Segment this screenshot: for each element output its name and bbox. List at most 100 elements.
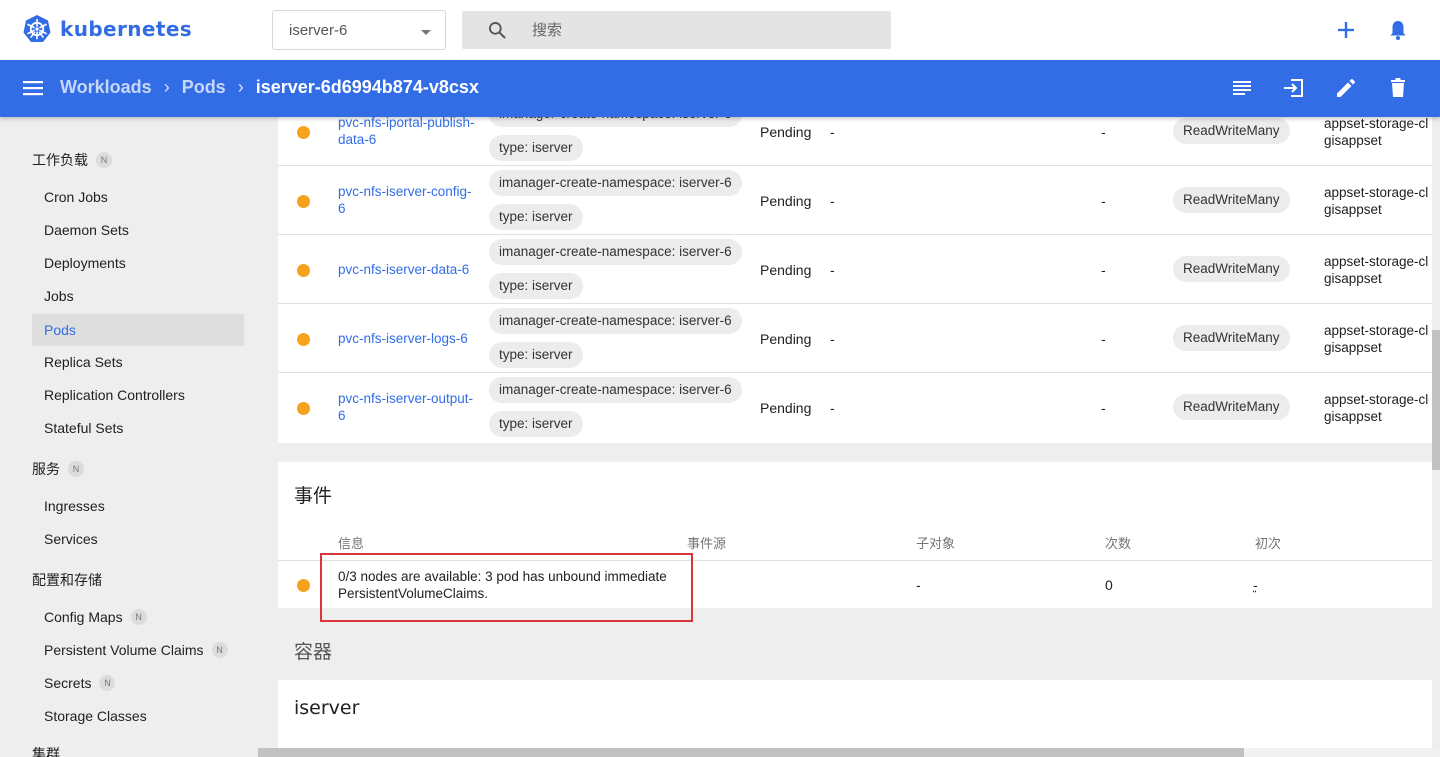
sidebar-section-label: 配置和存储 xyxy=(32,573,102,589)
pvc-status: Pending xyxy=(760,331,812,347)
container-card: iserver xyxy=(278,680,1432,757)
namespace-select[interactable]: iserver-6 xyxy=(272,10,446,50)
status-pending-icon xyxy=(297,195,310,208)
sidebar-item-replication-controllers[interactable]: Replication Controllers xyxy=(32,379,244,411)
sidebar-section-label: 服务 xyxy=(32,462,60,478)
vertical-scrollbar-thumb[interactable] xyxy=(1432,330,1440,470)
plus-icon[interactable] xyxy=(1334,18,1358,42)
pvc-name-line1: pvc-nfs-iserver-data-6 xyxy=(338,262,470,277)
pvc-storage-class: appset-storage-cl gisappset xyxy=(1324,322,1432,356)
column-header-first-seen: 初次 xyxy=(1255,537,1282,552)
status-pending-icon xyxy=(297,264,310,277)
sidebar-section-label: 工作负载 xyxy=(32,153,88,169)
pvc-name-link[interactable]: pvc-nfs-iportal-publish-data-6 xyxy=(338,114,475,148)
storage-class-line2: gisappset xyxy=(1324,340,1382,355)
logs-icon[interactable] xyxy=(1230,76,1254,100)
sidebar-item-replica-sets[interactable]: Replica Sets xyxy=(32,346,244,378)
pvc-name-line1: pvc-nfs-iserver-logs-6 xyxy=(338,331,468,346)
pvc-status: Pending xyxy=(760,193,812,209)
exec-icon[interactable] xyxy=(1282,76,1306,100)
pvc-capacity: - xyxy=(1101,193,1106,209)
pvc-volume: - xyxy=(830,193,835,209)
menu-icon[interactable] xyxy=(22,77,44,99)
breadcrumb-pods[interactable]: Pods xyxy=(182,77,226,98)
pvc-name-line2: 6 xyxy=(338,201,346,216)
sidebar-item-ingresses[interactable]: Ingresses xyxy=(32,490,244,522)
label-chip: imanager-create-namespace: iserver-6 xyxy=(489,239,742,265)
status-pending-icon xyxy=(297,333,310,346)
bell-icon[interactable] xyxy=(1386,18,1410,42)
sidebar-section-config[interactable]: 配置和存储 xyxy=(32,570,102,590)
sidebar-item-deployments[interactable]: Deployments xyxy=(32,247,244,279)
pvc-name-line2: 6 xyxy=(338,408,346,423)
storage-class-line2: gisappset xyxy=(1324,409,1382,424)
pvc-volume: - xyxy=(830,124,835,140)
pvc-name-link[interactable]: pvc-nfs-iserver-output- 6 xyxy=(338,390,473,424)
breadcrumb-workloads[interactable]: Workloads xyxy=(60,77,152,98)
access-mode-chip: ReadWriteMany xyxy=(1173,187,1290,213)
sidebar-item-secrets[interactable]: Secrets N xyxy=(32,667,244,699)
column-header-message: 信息 xyxy=(338,537,365,552)
pvc-status: Pending xyxy=(760,124,812,140)
pvc-name-line2: data-6 xyxy=(338,132,377,147)
kubernetes-wheel-icon xyxy=(23,15,51,42)
storage-class-line1: appset-storage-cl xyxy=(1324,323,1429,338)
highlight-annotation-box xyxy=(320,553,693,622)
storage-class-line2: gisappset xyxy=(1324,202,1382,217)
horizontal-scrollbar-thumb[interactable] xyxy=(258,748,1244,757)
page-header: Workloads › Pods › iserver-6d6994b874-v8… xyxy=(0,60,1440,117)
pvc-volume: - xyxy=(830,400,835,416)
event-first-seen[interactable]: - xyxy=(1253,577,1258,593)
pvc-name-link[interactable]: pvc-nfs-iserver-config- 6 xyxy=(338,183,472,217)
event-sub-object: - xyxy=(916,577,921,593)
access-mode-chip: ReadWriteMany xyxy=(1173,118,1290,144)
label-chip: imanager-create-namespace: iserver-6 xyxy=(489,377,742,403)
label-chip: imanager-create-namespace: iserver-6 xyxy=(489,170,742,196)
sidebar-section-cluster[interactable]: 集群 xyxy=(32,744,60,757)
pencil-icon[interactable] xyxy=(1334,76,1358,100)
label-chip: type: iserver xyxy=(489,204,583,230)
sidebar-item-cron-jobs[interactable]: Cron Jobs xyxy=(32,181,244,213)
pvc-name-line1: pvc-nfs-iserver-output- xyxy=(338,391,474,406)
sidebar-item-jobs[interactable]: Jobs xyxy=(32,280,244,312)
namespace-badge: N xyxy=(99,675,116,691)
pvc-name-link[interactable]: pvc-nfs-iserver-data-6 xyxy=(338,261,469,278)
top-bar: kubernetes iserver-6 xyxy=(0,0,1440,60)
sidebar-section-services[interactable]: 服务 N xyxy=(32,459,84,479)
namespace-badge: N xyxy=(96,152,112,168)
pvc-volume: - xyxy=(830,331,835,347)
app-logo[interactable]: kubernetes xyxy=(22,14,192,44)
sidebar-item-services[interactable]: Services xyxy=(32,523,244,555)
sidebar-section-workloads[interactable]: 工作负载 N xyxy=(32,150,112,170)
sidebar-item-stateful-sets[interactable]: Stateful Sets xyxy=(32,412,244,444)
column-header-count: 次数 xyxy=(1105,537,1132,552)
access-mode-chip: ReadWriteMany xyxy=(1173,325,1290,351)
search-input[interactable] xyxy=(532,11,872,49)
sidebar: 工作负载 N Cron Jobs Daemon Sets Deployments… xyxy=(0,117,258,757)
storage-class-line1: appset-storage-cl xyxy=(1324,116,1429,131)
pvc-name-link[interactable]: pvc-nfs-iserver-logs-6 xyxy=(338,330,468,347)
storage-class-line2: gisappset xyxy=(1324,271,1382,286)
sidebar-item-storage-classes[interactable]: Storage Classes xyxy=(32,700,244,732)
events-title: 事件 xyxy=(294,485,333,507)
storage-class-line1: appset-storage-cl xyxy=(1324,254,1429,269)
sidebar-item-persistent-volume-claims[interactable]: Persistent Volume Claims N xyxy=(32,634,244,666)
trash-icon[interactable] xyxy=(1386,76,1410,100)
label-chip: type: iserver xyxy=(489,411,583,437)
chevron-right-icon: › xyxy=(237,77,244,97)
access-mode-chip: ReadWriteMany xyxy=(1173,256,1290,282)
app-title: kubernetes xyxy=(60,17,193,41)
breadcrumb: Workloads › Pods › iserver-6d6994b874-v8… xyxy=(60,77,479,98)
sidebar-item-pods[interactable]: Pods xyxy=(32,314,244,346)
divider xyxy=(278,303,1432,304)
sidebar-item-daemon-sets[interactable]: Daemon Sets xyxy=(32,214,244,246)
pvc-storage-class: appset-storage-cl gisappset xyxy=(1324,391,1432,425)
namespace-badge: N xyxy=(130,609,147,625)
namespace-badge: N xyxy=(68,461,84,477)
sidebar-item-config-maps[interactable]: Config Maps N xyxy=(32,601,244,633)
pvc-capacity: - xyxy=(1101,331,1106,347)
pvc-capacity: - xyxy=(1101,262,1106,278)
namespace-selected: iserver-6 xyxy=(289,22,348,39)
label-chip: imanager-create-namespace: iserver-6 xyxy=(489,308,742,334)
pvc-volume: - xyxy=(830,262,835,278)
